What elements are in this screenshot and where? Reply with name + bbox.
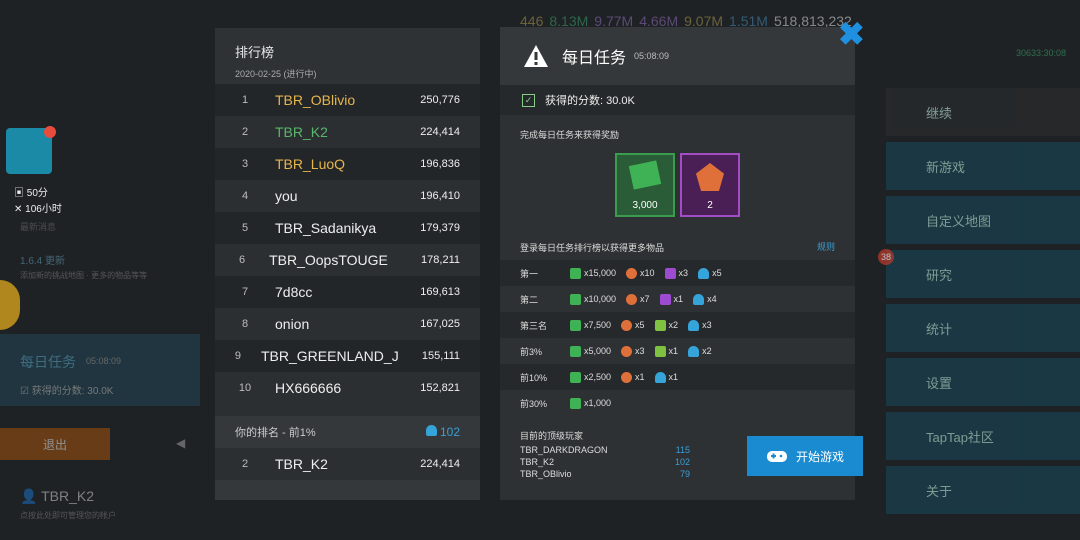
tier-row: 前30% x1,000: [520, 397, 612, 409]
gem-icon: [696, 163, 724, 191]
leaderboard-row[interactable]: 4 you 196,410: [215, 180, 480, 212]
gamepad-icon: [766, 451, 787, 462]
tier-row: 前10% x2,500 x1 x1: [500, 364, 855, 390]
leaderboard-list[interactable]: 1 TBR_OBlivio 250,776 2 TBR_K2 224,414 3 TBR_…: [215, 84, 480, 404]
top-player-row: TBR_OBlivio 79: [520, 469, 690, 479]
leaderboard-row[interactable]: 1 TBR_OBlivio 250,776: [215, 84, 480, 116]
menu-new-game[interactable]: 新游戏: [886, 142, 1080, 190]
top-player-row: TBR_DARKDRAGON 115: [520, 445, 690, 455]
top-player-row: TBR_K2 102: [520, 457, 690, 467]
tier-row: 前3% x5,000 x3 x1 x2: [520, 345, 712, 357]
my-rank-row[interactable]: 2 TBR_K2 224,414: [215, 448, 480, 480]
leaderboard-row[interactable]: 7 7d8cc 169,613: [215, 276, 480, 308]
daily-task-time: 05:08:09: [634, 51, 670, 61]
user-name[interactable]: 👤 TBR_K2: [20, 488, 94, 505]
leaderboard-row[interactable]: 2 TBR_K2 224,414: [215, 116, 480, 148]
leaderboard-row[interactable]: 6 TBR_OopsTOUGE 178,211: [215, 244, 480, 276]
stat-hours: ✕ 106小时: [14, 204, 62, 215]
top-players-list: TBR_DARKDRAGON 115 TBR_K2 102 TBR_OBlivio 7…: [520, 445, 690, 481]
leaderboard-title: 排行榜: [235, 45, 275, 60]
check-icon: ✓: [522, 93, 535, 107]
leaderboard-row[interactable]: 8 onion 167,025: [215, 308, 480, 340]
my-rank-label: 你的排名 - 前1%: [235, 427, 316, 439]
user-note: 点按此处即可管理您的帐户: [20, 511, 116, 520]
version-link[interactable]: 1.6.4 更新: [20, 252, 65, 267]
menu-continue[interactable]: 继续: [886, 88, 1080, 136]
version-note: 添加新的挑战地图 · 更多的物品等等: [20, 271, 148, 280]
start-game-button[interactable]: 开始游戏: [747, 436, 863, 476]
tier-row: 第一 x15,000 x10 x3 x5: [500, 260, 855, 286]
complete-label: 完成每日任务来获得奖励: [520, 130, 620, 140]
leaderboard-row[interactable]: 9 TBR_GREENLAND_J 155,111: [215, 340, 480, 372]
daily-task-header: 每日任务 05:08:09: [500, 27, 855, 85]
daily-card-score: ☑ 获得的分数: 30.0K: [20, 386, 114, 397]
reward-purple-gem[interactable]: 2: [680, 153, 740, 217]
tier-row: 第二 x10,000 x7 x1 x4: [520, 293, 717, 305]
menu-about[interactable]: 关于: [886, 466, 1080, 514]
daily-card-title: 每日任务: [20, 354, 76, 370]
menu-taptap[interactable]: TapTap社区: [886, 412, 1080, 460]
leaderboard-header: 排行榜 2020-02-25 (进行中): [215, 28, 480, 84]
daily-card-time: 05:08:09: [86, 356, 122, 366]
menu-stats[interactable]: 统计: [886, 304, 1080, 352]
board-label: 登录每日任务排行榜以获得更多物品: [520, 243, 665, 253]
warning-icon: [524, 45, 548, 67]
leaderboard-date: 2020-02-25 (进行中): [235, 69, 317, 79]
leaderboard-row[interactable]: 3 TBR_LuoQ 196,836: [215, 148, 480, 180]
menu-research[interactable]: 研究: [886, 250, 1080, 298]
stat-points: ▣ 50分: [14, 188, 48, 199]
my-rank-panel: 你的排名 - 前1% 102 2 TBR_K2 224,414: [215, 416, 480, 500]
notification-dot: [44, 126, 56, 138]
close-icon[interactable]: ✖: [838, 18, 865, 50]
reward-green-papers[interactable]: 3,000: [615, 153, 675, 217]
daily-card[interactable]: 每日任务 05:08:09 ☑ 获得的分数: 30.0K: [0, 334, 200, 406]
my-rank-badge: 102: [425, 425, 460, 439]
top-players-label: 目前的顶级玩家: [520, 431, 584, 441]
sub-stat: 30633:30:08: [1016, 48, 1067, 58]
leaderboard-row[interactable]: 10 HX666666 152,821: [215, 372, 480, 404]
rules-link[interactable]: 规则: [817, 240, 835, 253]
menu-settings[interactable]: 设置: [886, 358, 1080, 406]
exit-button[interactable]: 退出: [0, 428, 110, 460]
tier-list: 第一 x15,000 x10 x3 x5 第二 x10,000 x7 x1 x4…: [500, 260, 855, 416]
papers-icon: [628, 160, 662, 190]
daily-task-score: ✓ 获得的分数: 30.0K: [500, 85, 855, 115]
left-panel: ▣ 50分 ✕ 106小时 最新消息 1.6.4 更新 添加新的挑战地图 · 更…: [0, 0, 200, 540]
menu-custom-map[interactable]: 自定义地图: [886, 196, 1080, 244]
daily-task-title: 每日任务: [562, 50, 627, 67]
news-label: 最新消息: [20, 222, 57, 232]
daily-task-panel: 每日任务 05:08:09 ✓ 获得的分数: 30.0K 完成每日任务来获得奖励…: [500, 27, 855, 500]
helmet-icon: [425, 425, 437, 436]
coin-icon: [0, 280, 20, 330]
collapse-arrow-icon[interactable]: ◀: [176, 436, 185, 450]
leaderboard-row[interactable]: 5 TBR_Sadanikya 179,379: [215, 212, 480, 244]
research-badge: 38: [878, 249, 894, 265]
tier-row: 第三名 x7,500 x5 x2 x3: [500, 312, 855, 338]
